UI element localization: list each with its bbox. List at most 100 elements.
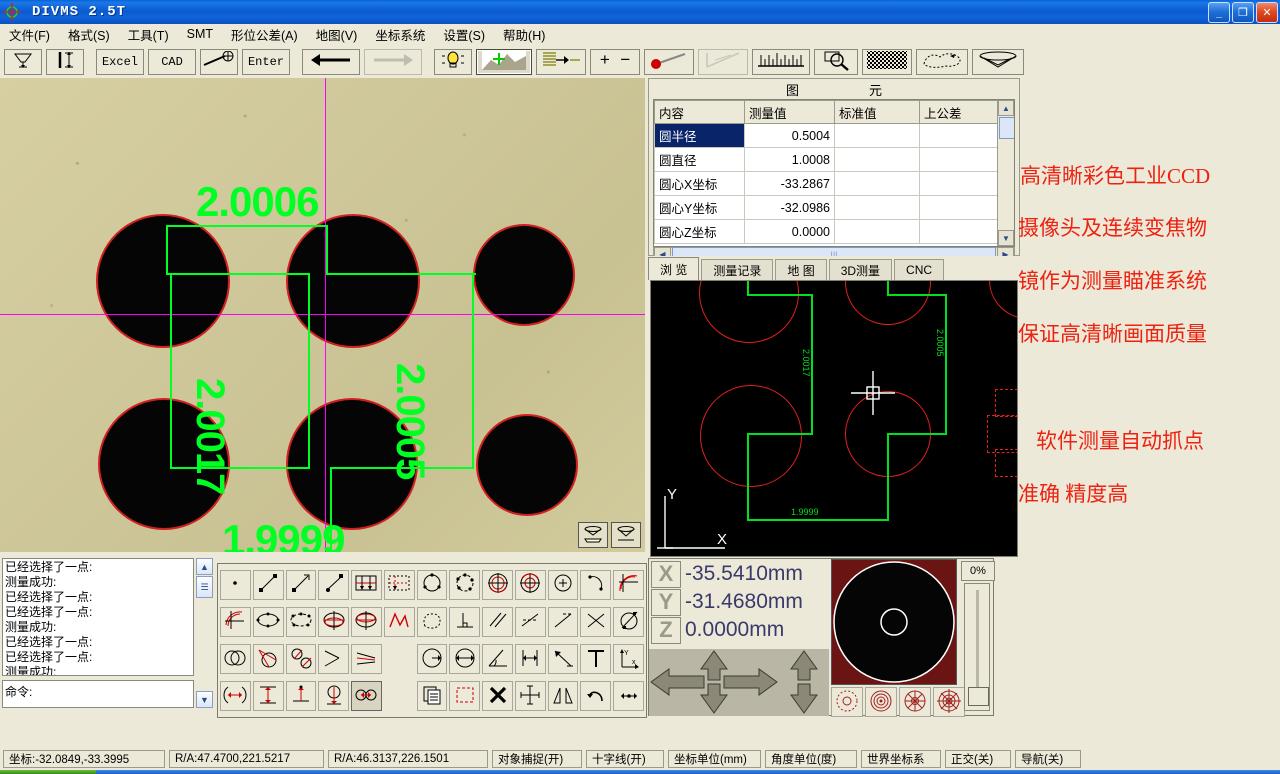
- coord-dim-tool[interactable]: Yx: [613, 644, 644, 674]
- two-circle-distance-tool[interactable]: [351, 681, 382, 711]
- arc-scan-tool[interactable]: [613, 570, 644, 600]
- select-region-tool[interactable]: [449, 681, 480, 711]
- rect-dashed-tool[interactable]: [384, 570, 415, 600]
- arc-distance-tool[interactable]: [220, 681, 251, 711]
- log-scroll-up-icon[interactable]: ▲: [196, 558, 213, 575]
- command-input[interactable]: 命令:: [2, 680, 194, 708]
- back-button[interactable]: [302, 49, 360, 75]
- intersection-tool[interactable]: [580, 607, 611, 637]
- table-row[interactable]: 圆心Z坐标 0.0000: [655, 220, 1016, 244]
- enter-button[interactable]: Enter: [242, 49, 290, 75]
- image-capture-button[interactable]: [476, 49, 532, 75]
- tab-measure-record[interactable]: 测量记录: [701, 259, 773, 280]
- menu-format[interactable]: 格式(S): [59, 23, 119, 46]
- menu-map[interactable]: 地图(V): [307, 23, 367, 46]
- circle-scan2-tool[interactable]: [515, 570, 546, 600]
- pattern-reticle-button[interactable]: [933, 687, 965, 717]
- rect-tool[interactable]: [351, 570, 382, 600]
- status-coord-unit[interactable]: 坐标单位(mm): [668, 750, 761, 768]
- pattern-circle-button[interactable]: [831, 687, 863, 717]
- pattern-button[interactable]: [862, 49, 912, 75]
- col-measured[interactable]: 测量值: [745, 101, 835, 124]
- status-angle-unit[interactable]: 角度单位(度): [765, 750, 857, 768]
- close-button[interactable]: ✕: [1256, 2, 1278, 23]
- log-scroll-thumb[interactable]: ☰: [196, 576, 213, 598]
- zoom-slider-knob[interactable]: [968, 687, 989, 706]
- status-object-snap[interactable]: 对象捕捉(开): [492, 750, 582, 768]
- mirror-tool[interactable]: [548, 681, 579, 711]
- taper-tool[interactable]: [351, 644, 382, 674]
- forward-button[interactable]: [364, 49, 422, 75]
- angle-button[interactable]: [698, 49, 748, 75]
- midline-tool[interactable]: [515, 607, 546, 637]
- ellipse-scan-tool[interactable]: [318, 607, 349, 637]
- table-row[interactable]: 圆半径 0.5004: [655, 124, 1016, 148]
- pattern-rings-button[interactable]: [865, 687, 897, 717]
- line-two-point-tool[interactable]: [253, 570, 284, 600]
- scroll-down-icon[interactable]: ▼: [998, 230, 1014, 246]
- lens-sample-button[interactable]: [578, 522, 608, 548]
- menu-file[interactable]: 文件(F): [0, 23, 59, 46]
- datum-tool[interactable]: [580, 644, 611, 674]
- scroll-thumb[interactable]: [999, 117, 1015, 139]
- polyline-tool[interactable]: [384, 607, 415, 637]
- col-content[interactable]: 内容: [655, 101, 745, 124]
- zoom-slider[interactable]: [964, 583, 990, 711]
- ellipse-scan2-tool[interactable]: [351, 607, 382, 637]
- line-offset-tool[interactable]: [318, 570, 349, 600]
- vertical-extent-tool[interactable]: [253, 681, 284, 711]
- scale-button[interactable]: [752, 49, 810, 75]
- hole-preview[interactable]: [831, 559, 957, 685]
- table-row[interactable]: 圆心X坐标 -33.2867: [655, 172, 1016, 196]
- col-standard[interactable]: 标准值: [835, 101, 920, 124]
- minimize-button[interactable]: _: [1208, 2, 1230, 23]
- tab-browse[interactable]: 浏 览: [648, 257, 699, 280]
- linear-dim-tool[interactable]: [515, 644, 546, 674]
- ellipse-multipoint-tool[interactable]: [286, 607, 317, 637]
- measurement-grid[interactable]: 内容 测量值 标准值 上公差 下 圆半径 0.5004 圆直径: [653, 99, 1015, 247]
- move-tool[interactable]: [515, 681, 546, 711]
- laser-button[interactable]: [644, 49, 694, 75]
- two-circle-tool[interactable]: [220, 644, 251, 674]
- status-ortho[interactable]: 正交(关): [945, 750, 1011, 768]
- circle-center-tool[interactable]: [548, 570, 579, 600]
- tab-cnc[interactable]: CNC: [894, 259, 944, 280]
- pattern-pie-button[interactable]: [899, 687, 931, 717]
- perpendicular-tool[interactable]: [449, 607, 480, 637]
- cad-button[interactable]: CAD: [148, 49, 196, 75]
- zoom-inout-button[interactable]: + −: [590, 49, 640, 75]
- table-row[interactable]: 圆直径 1.0008: [655, 148, 1016, 172]
- table-row[interactable]: 圆心Y坐标 -32.0986: [655, 196, 1016, 220]
- angle-dim-tool[interactable]: [482, 644, 513, 674]
- probe-button[interactable]: [4, 49, 42, 75]
- height-gauge-button[interactable]: [46, 49, 84, 75]
- arc-tool[interactable]: [580, 570, 611, 600]
- tab-3d-measure[interactable]: 3D测量: [829, 259, 892, 280]
- arc-scan2-tool[interactable]: [220, 607, 251, 637]
- diameter-dim-tool[interactable]: [449, 644, 480, 674]
- cad-drawing-view[interactable]: 2.0017 2.0005 1.9999 X Y: [650, 280, 1018, 557]
- log-output[interactable]: 已经选择了一点: 测量成功: 已经选择了一点: 已经选择了一点: 测量成功: 已…: [2, 558, 194, 676]
- scroll-up-icon[interactable]: ▲: [998, 100, 1014, 116]
- angle-tool[interactable]: [318, 644, 349, 674]
- lens-button[interactable]: [972, 49, 1024, 75]
- menu-gdt[interactable]: 形位公差(A): [222, 23, 307, 46]
- log-scroll-down-icon[interactable]: ▼: [196, 691, 213, 708]
- ellipse-tool[interactable]: [253, 607, 284, 637]
- measure-span-tool[interactable]: [613, 681, 644, 711]
- menu-coordsys[interactable]: 坐标系统: [366, 23, 434, 46]
- illumination-level-button[interactable]: [536, 49, 586, 75]
- menu-tools[interactable]: 工具(T): [119, 23, 178, 46]
- jog-control-area[interactable]: [649, 649, 829, 716]
- lens-plain-button[interactable]: [611, 522, 641, 548]
- maximize-button[interactable]: ❐: [1232, 2, 1254, 23]
- menu-help[interactable]: 帮助(H): [494, 23, 554, 46]
- circle-line-tool[interactable]: [253, 644, 284, 674]
- copy-tool[interactable]: [417, 681, 448, 711]
- jog-arrows-icon[interactable]: [649, 649, 829, 716]
- circle-multipoint-tool[interactable]: [449, 570, 480, 600]
- point-pick-button[interactable]: [200, 49, 238, 75]
- status-crosshair[interactable]: 十字线(开): [586, 750, 664, 768]
- light-button[interactable]: [434, 49, 472, 75]
- tab-map[interactable]: 地 图: [775, 259, 826, 280]
